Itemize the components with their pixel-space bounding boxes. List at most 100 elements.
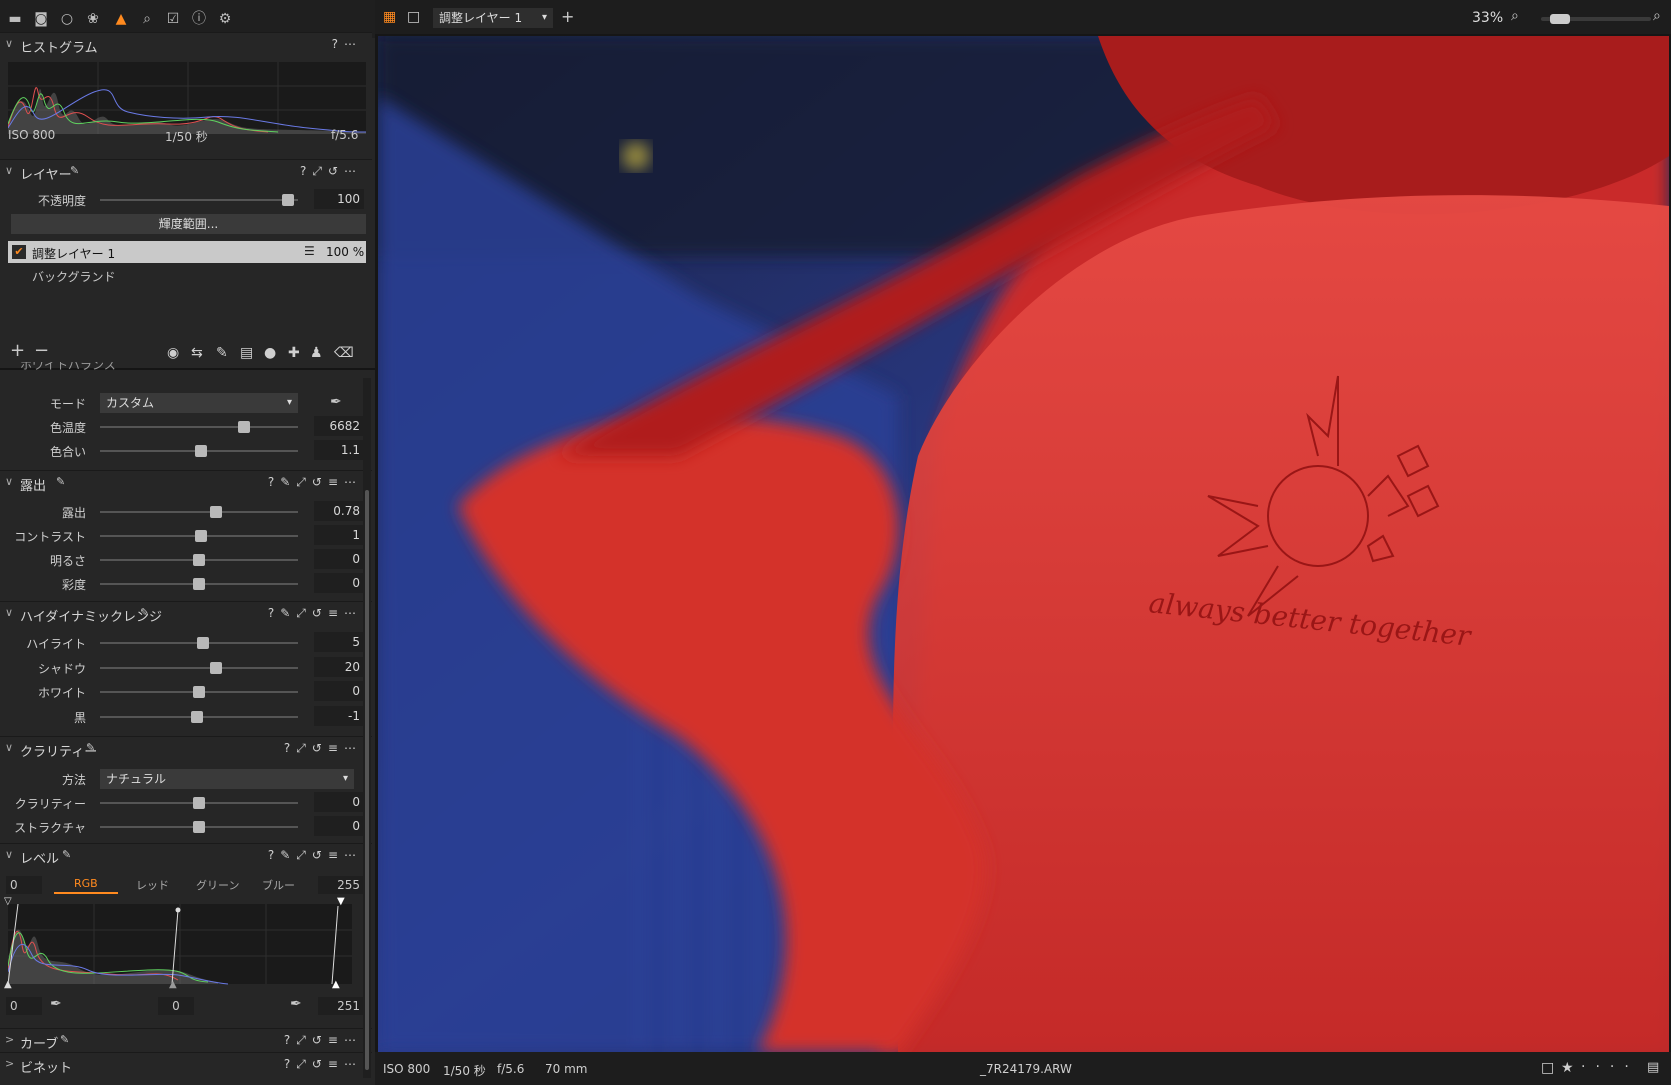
tint-value[interactable]: 1.1 [314,440,364,460]
info-icon[interactable]: ⓘ [190,10,208,28]
chevron-down-icon[interactable]: ∨ [5,164,13,177]
brush-icon[interactable]: ✎ [56,475,65,488]
wb-mode-dropdown[interactable]: カスタム ▾ [100,393,298,413]
photo-preview[interactable]: always better together [378,36,1669,1052]
histogram-header-icons[interactable]: ?⋯ [332,37,362,51]
slider-thumb[interactable] [193,686,205,698]
levels-header-icons[interactable]: ?✎⤢↺≡⋯ [268,848,362,863]
channel-tab-rgb[interactable]: RGB [74,877,98,890]
adjust-icon[interactable]: ▲ [112,10,130,28]
help-icon[interactable]: ? [332,37,344,51]
saturation-value[interactable]: 0 [314,573,364,593]
exposure-value[interactable]: 0.78 [314,501,364,521]
slider-thumb[interactable] [210,506,222,518]
output-mid-handle[interactable]: ▲ [169,979,177,990]
color-icon[interactable]: ❀ [84,10,102,28]
picker-icon[interactable]: ✒ [330,394,342,410]
zoom-out-icon[interactable]: ⌕ [1511,8,1519,24]
black-slider[interactable] [100,711,298,723]
input-white-handle[interactable]: ▼ [337,896,345,907]
layer-row-background[interactable]: バックグランド [32,268,116,285]
stamp-icon[interactable]: ♟ [310,345,323,361]
clarity-value[interactable]: 0 [314,792,364,812]
slider-thumb[interactable] [282,194,294,206]
channel-tab-red[interactable]: レッド [136,877,169,893]
output-black-handle[interactable]: ▲ [4,979,12,990]
star-icon[interactable]: ★ [1561,1060,1574,1076]
white-slider[interactable] [100,686,298,698]
brush-icon[interactable]: ✎ [62,848,71,861]
tint-slider[interactable] [100,445,298,457]
curve-header-icons[interactable]: ?⤢↺≡⋯ [284,1033,362,1048]
hdr-header[interactable]: ∨ ハイダイナミックレンジ ✎ ?✎⤢↺≡⋯ [0,601,372,625]
more-icon[interactable]: ⋯ [344,37,362,51]
heal-icon[interactable]: ✚ [288,345,300,361]
chevron-down-icon[interactable]: ∨ [5,37,13,50]
slider-thumb[interactable] [193,554,205,566]
checklist-icon[interactable]: ☑ [164,10,182,28]
slider-thumb[interactable] [197,637,209,649]
eraser-icon[interactable]: ⌫ [334,345,354,361]
hdr-header-icons[interactable]: ?✎⤢↺≡⋯ [268,606,362,621]
color-tag-icon[interactable]: □ [1541,1060,1554,1076]
saturation-slider[interactable] [100,578,298,590]
shadow-value[interactable]: 20 [314,657,364,677]
grid-view-icon[interactable]: ▦ [383,9,396,25]
layer-select-dropdown[interactable]: 調整レイヤー 1 ▾ [433,8,553,28]
zoom-slider[interactable] [1541,14,1651,24]
slider-thumb[interactable] [193,578,205,590]
levels-output-mid[interactable]: 0 [158,997,194,1015]
slider-thumb[interactable] [193,797,205,809]
gear-icon[interactable]: ⚙ [216,10,234,28]
clarity-header-icons[interactable]: ?⤢↺≡⋯ [284,741,362,756]
add-layer-button[interactable]: + [10,340,25,361]
brush-icon[interactable]: ✎ [86,741,95,754]
slider-thumb[interactable] [210,662,222,674]
single-view-icon[interactable]: □ [407,9,420,25]
layer-checkbox[interactable]: ✔ [12,245,26,259]
structure-slider[interactable] [100,821,298,833]
levels-output-left[interactable]: 0 [6,997,42,1015]
zoom-value[interactable]: 33% [1472,10,1503,26]
highlight-slider[interactable] [100,637,298,649]
zoom-slider-thumb[interactable] [1550,14,1570,24]
search-icon[interactable]: ⌕ [138,10,156,28]
brush-icon[interactable]: ✎ [60,1033,69,1046]
layer-settings-icon[interactable]: ☰ [304,244,315,258]
camera-icon[interactable]: ◙ [32,10,50,28]
opacity-value[interactable]: 100 [314,189,364,209]
exposure-header[interactable]: ∨ 露出 ✎ ?✎⤢↺≡⋯ [0,470,372,494]
vignette-header[interactable]: > ビネット ?⤢↺≡⋯ [0,1052,372,1076]
white-value[interactable]: 0 [314,681,364,701]
layers-header[interactable]: ∨ レイヤー ✎ ?⤢↺⋯ [0,159,372,183]
zoom-in-icon[interactable]: ⌕ [1653,8,1661,24]
luma-range-button[interactable]: 輝度範囲... [11,214,366,234]
highlight-value[interactable]: 5 [314,632,364,652]
picker-icon[interactable]: ✒ [290,996,302,1012]
black-value[interactable]: -1 [314,706,364,726]
brightness-value[interactable]: 0 [314,549,364,569]
panel-toggle-icon[interactable]: ▤ [1647,1060,1659,1075]
eye-icon[interactable]: ◉ [167,345,179,361]
structure-value[interactable]: 0 [314,816,364,836]
circle-icon[interactable]: ○ [58,10,76,28]
panel-scrollbar-thumb[interactable] [365,490,369,1070]
brush-icon[interactable]: ✎ [216,345,228,361]
radial-icon[interactable]: ● [264,345,276,361]
chevron-down-icon[interactable]: ∨ [5,741,13,754]
chevron-down-icon[interactable]: ∨ [5,606,13,619]
exposure-slider[interactable] [100,506,298,518]
layer-row-selected[interactable]: ✔ 調整レイヤー 1 ☰ 100 % [8,241,366,263]
vignette-header-icons[interactable]: ?⤢↺≡⋯ [284,1057,362,1072]
levels-histogram[interactable] [8,903,352,985]
contrast-slider[interactable] [100,530,298,542]
input-black-handle[interactable]: ▽ [4,896,12,907]
slider-thumb[interactable] [191,711,203,723]
gradient-icon[interactable]: ▤ [240,345,253,361]
exposure-header-icons[interactable]: ?✎⤢↺≡⋯ [268,475,362,490]
levels-input-right[interactable]: 255 [318,876,364,894]
channel-tab-green[interactable]: グリーン [196,877,239,893]
slider-thumb[interactable] [195,530,207,542]
method-dropdown[interactable]: ナチュラル ▾ [100,769,354,789]
levels-output-right[interactable]: 251 [318,997,364,1015]
